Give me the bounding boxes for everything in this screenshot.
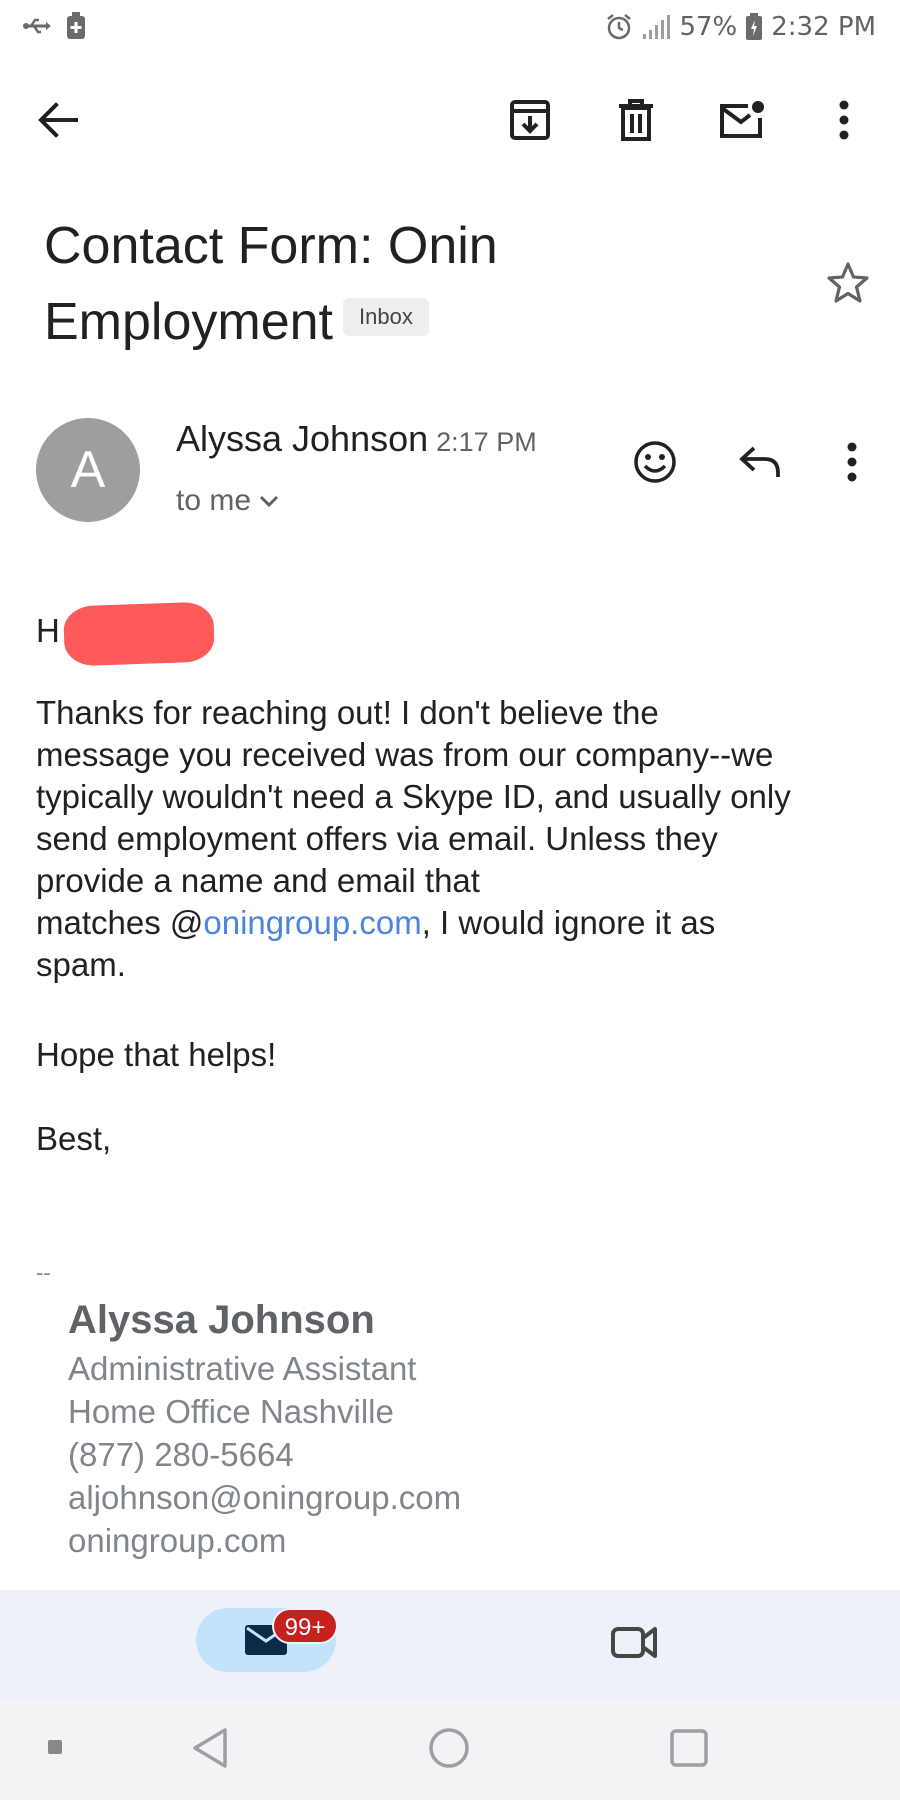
- alarm-icon: [607, 14, 632, 40]
- subject-line-1: Contact Form: Onin: [44, 217, 498, 275]
- status-left-icons: [22, 12, 86, 40]
- more-options-button[interactable]: [808, 84, 880, 156]
- meet-tab[interactable]: [598, 1606, 670, 1678]
- sender-name: Alyssa Johnson: [176, 418, 429, 459]
- body-paragraph-1: Thanks for reaching out! I don't believe…: [36, 692, 866, 986]
- body-text-span: matches @: [36, 904, 204, 941]
- trash-icon: [619, 99, 653, 141]
- battery-percent: 57%: [679, 12, 738, 42]
- mark-unread-button[interactable]: [706, 84, 778, 156]
- body-line: Thanks for reaching out! I don't believe…: [36, 694, 659, 731]
- unread-count-badge: 99+: [272, 1608, 338, 1644]
- domain-link[interactable]: oningroup.com: [203, 904, 421, 941]
- sent-time: 2:17 PM: [436, 427, 537, 457]
- redaction-mark: [62, 601, 216, 667]
- signal-icon: [643, 15, 671, 39]
- recipients-toggle[interactable]: to me: [176, 484, 279, 518]
- body-paragraph-3: Best,: [36, 1120, 112, 1157]
- body-line: matches @oningroup.com, I would ignore i…: [36, 902, 866, 944]
- triangle-back-icon: [193, 1728, 227, 1768]
- reply-icon: [739, 446, 780, 477]
- email-subject: Contact Form: Onin Employment Inbox: [44, 208, 804, 360]
- more-vert-icon: [839, 100, 849, 140]
- chevron-down-icon: [259, 495, 279, 508]
- status-time: 2:32 PM: [771, 12, 876, 42]
- circle-home-icon: [429, 1728, 469, 1768]
- signature-separator: --: [36, 1260, 51, 1285]
- star-outline-icon: [827, 262, 869, 303]
- star-button[interactable]: [812, 246, 884, 318]
- nav-home-button[interactable]: [413, 1712, 485, 1784]
- mail-unread-icon: [720, 101, 764, 138]
- body-line: send employment offers via email. Unless…: [36, 820, 718, 857]
- body-paragraph-2: Hope that helps!: [36, 1036, 277, 1073]
- message-more-button[interactable]: [816, 426, 888, 498]
- inbox-label-chip[interactable]: Inbox: [343, 298, 429, 337]
- archive-icon: [510, 100, 550, 140]
- sender-header: Alyssa Johnson 2:17 PM: [176, 418, 537, 460]
- signature-website-link[interactable]: oningroup.com: [68, 1522, 286, 1560]
- sender-avatar[interactable]: A: [36, 418, 140, 522]
- recipients-text: to me: [176, 484, 252, 517]
- signature-office: Home Office Nashville: [68, 1393, 394, 1430]
- nav-recents-button[interactable]: [653, 1712, 725, 1784]
- delete-button[interactable]: [600, 84, 672, 156]
- battery-icon: [746, 13, 763, 40]
- emoji-icon: [634, 441, 676, 483]
- more-vert-icon: [847, 442, 857, 482]
- video-camera-icon: [611, 1627, 657, 1658]
- body-line: typically wouldn't need a Skype ID, and …: [36, 778, 791, 815]
- add-reaction-button[interactable]: [619, 426, 691, 498]
- subject-line-2-text: Employment: [44, 293, 333, 351]
- usb-icon: [23, 18, 51, 34]
- back-button[interactable]: [22, 84, 94, 156]
- signature-phone[interactable]: (877) 280-5664: [68, 1436, 294, 1474]
- signature-title: Administrative Assistant: [68, 1350, 417, 1387]
- status-right: 57% 2:32 PM: [605, 10, 876, 44]
- signature-email-link[interactable]: aljohnson@oningroup.com: [68, 1479, 461, 1517]
- body-line: message you received was from our compan…: [36, 736, 774, 773]
- body-line: spam.: [36, 946, 126, 983]
- square-recents-icon: [670, 1729, 708, 1767]
- arrow-left-icon: [38, 102, 78, 138]
- signature-name: Alyssa Johnson: [68, 1298, 375, 1342]
- status-bar: 57% 2:32 PM: [0, 0, 900, 54]
- body-text-span: , I would ignore it as: [421, 904, 716, 941]
- nav-dot-icon: [48, 1740, 62, 1754]
- medical-icon: [67, 12, 85, 39]
- reply-button[interactable]: [724, 426, 796, 498]
- subject-line-2: Employment Inbox: [44, 284, 804, 360]
- bottom-tab-bar: [0, 1590, 900, 1700]
- archive-button[interactable]: [494, 84, 566, 156]
- body-line: provide a name and email that: [36, 862, 480, 899]
- nav-back-button[interactable]: [174, 1712, 246, 1784]
